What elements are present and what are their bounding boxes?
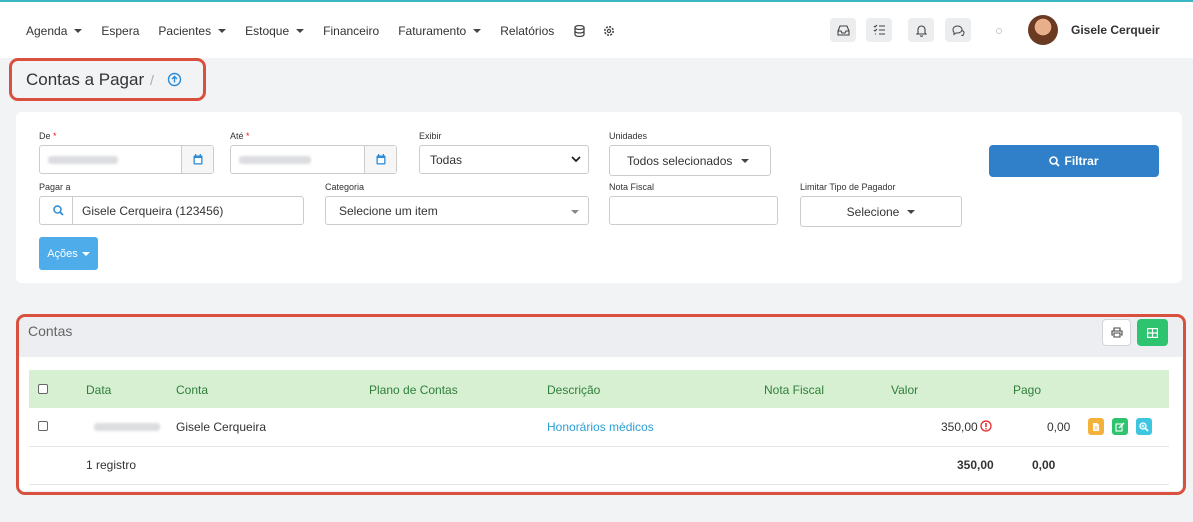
de-date-field[interactable] xyxy=(39,145,214,174)
chevron-down-icon xyxy=(473,29,482,33)
inbox-button[interactable] xyxy=(830,18,856,42)
nav-espera-label: Espera xyxy=(101,24,140,38)
avatar[interactable] xyxy=(1028,15,1058,45)
nav-financeiro[interactable]: Financeiro xyxy=(323,24,379,38)
nav-agenda-label: Agenda xyxy=(26,24,68,38)
chevron-down-icon xyxy=(218,29,227,33)
calendar-button[interactable] xyxy=(364,146,396,173)
chevron-down-icon xyxy=(296,29,305,33)
chevron-down-icon xyxy=(907,209,916,214)
chevron-down-icon xyxy=(81,251,90,256)
nav-faturamento[interactable]: Faturamento xyxy=(398,24,482,38)
inbox-icon xyxy=(836,24,850,36)
database-icon[interactable] xyxy=(573,25,585,37)
main-nav: Agenda Espera Pacientes Estoque Financei… xyxy=(26,24,633,38)
blurred-date xyxy=(48,155,118,164)
chevron-down-icon xyxy=(571,210,579,214)
pagar-a-value: Gisele Cerqueira (123456) xyxy=(82,203,224,218)
nav-estoque[interactable]: Estoque xyxy=(245,24,305,38)
gear-icon[interactable] xyxy=(603,25,615,37)
acoes-button[interactable]: Ações xyxy=(39,237,98,270)
limitar-tipo-label: Limitar Tipo de Pagador xyxy=(800,182,896,192)
filter-button[interactable]: Filtrar xyxy=(989,145,1159,177)
search-icon xyxy=(1049,155,1061,167)
chat-button[interactable] xyxy=(945,18,971,42)
nav-agenda[interactable]: Agenda xyxy=(26,24,83,38)
nav-pacientes-label: Pacientes xyxy=(158,24,212,38)
nav-estoque-label: Estoque xyxy=(245,24,290,38)
arrow-up-circle-icon[interactable] xyxy=(167,72,182,87)
unidades-dropdown[interactable]: Todos selecionados xyxy=(609,145,771,176)
limitar-tipo-dropdown[interactable]: Selecione xyxy=(800,196,962,227)
nav-relatorios[interactable]: Relatórios xyxy=(500,24,554,38)
page-title: Contas a Pagar xyxy=(26,70,145,89)
ate-label: Até * xyxy=(230,131,250,141)
notifications-button[interactable] xyxy=(908,18,934,42)
nav-espera[interactable]: Espera xyxy=(101,24,139,38)
table-highlight xyxy=(16,314,1186,495)
chevron-down-icon xyxy=(571,156,581,163)
filter-button-label: Filtrar xyxy=(1064,154,1099,168)
categoria-label: Categoria xyxy=(325,182,365,192)
checklist-button[interactable] xyxy=(866,18,892,42)
calendar-button[interactable] xyxy=(181,146,213,173)
status-dot xyxy=(996,28,1002,34)
pagar-a-input[interactable]: Gisele Cerqueira (123456) xyxy=(39,196,304,225)
breadcrumb-separator: / xyxy=(150,72,154,88)
unidades-label: Unidades xyxy=(609,131,648,141)
chevron-down-icon xyxy=(741,158,750,163)
exibir-select[interactable]: Todas xyxy=(419,145,589,174)
top-navbar: Agenda Espera Pacientes Estoque Financei… xyxy=(0,0,1193,58)
nav-faturamento-label: Faturamento xyxy=(398,24,467,38)
checklist-icon xyxy=(873,24,885,35)
calendar-icon xyxy=(376,154,385,165)
exibir-label: Exibir xyxy=(419,131,442,141)
chat-icon xyxy=(951,24,965,36)
chevron-down-icon xyxy=(74,29,83,33)
categoria-select[interactable]: Selecione um item xyxy=(325,196,589,225)
calendar-icon xyxy=(193,154,202,165)
ate-date-field[interactable] xyxy=(230,145,397,174)
categoria-placeholder: Selecione um item xyxy=(339,203,438,218)
acoes-label: Ações xyxy=(47,247,78,260)
unidades-value: Todos selecionados xyxy=(627,153,733,168)
nav-financeiro-label: Financeiro xyxy=(323,24,380,38)
bell-icon xyxy=(915,24,927,37)
de-label: De * xyxy=(39,131,57,141)
blurred-date xyxy=(239,155,311,164)
nota-fiscal-label: Nota Fiscal xyxy=(609,182,655,192)
input-divider xyxy=(72,197,73,224)
nota-fiscal-input[interactable] xyxy=(609,196,778,225)
user-name[interactable]: Gisele Cerqueir xyxy=(1071,23,1160,37)
nav-relatorios-label: Relatórios xyxy=(500,24,555,38)
nav-pacientes[interactable]: Pacientes xyxy=(158,24,227,38)
search-icon xyxy=(53,205,64,216)
exibir-value: Todas xyxy=(430,152,463,167)
pagar-a-label: Pagar a xyxy=(39,182,71,192)
limitar-tipo-value: Selecione xyxy=(846,204,900,219)
